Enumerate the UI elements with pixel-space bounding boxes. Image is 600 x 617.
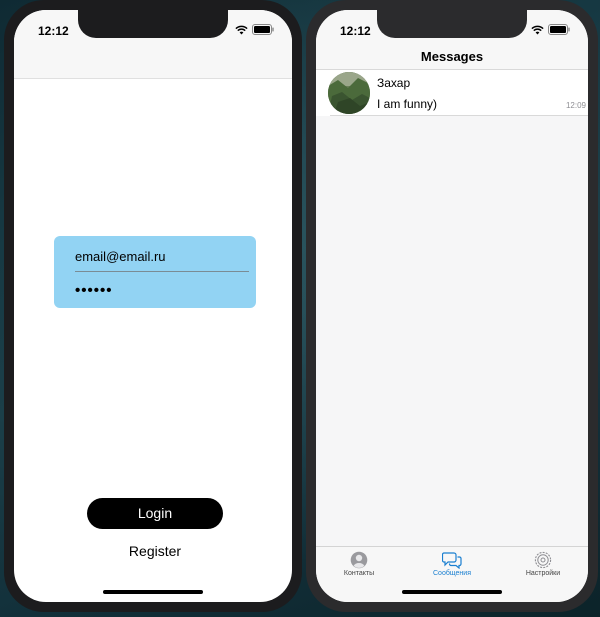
status-time: 12:12: [340, 24, 371, 38]
status-time: 12:12: [38, 24, 69, 38]
home-indicator: [103, 590, 203, 594]
wifi-icon: [531, 25, 544, 35]
gear-icon: [508, 551, 578, 569]
tab-messages[interactable]: Сообщения: [417, 551, 487, 577]
battery-icon: [548, 24, 570, 35]
phone-frame-login: 12:12 Login Registe: [4, 0, 302, 612]
login-screen: 12:12 Login Registe: [14, 10, 292, 602]
message-time: 12:09: [565, 101, 586, 110]
password-field[interactable]: [75, 275, 249, 305]
person-icon: [324, 551, 394, 569]
field-divider: [75, 271, 249, 272]
avatar: [328, 72, 370, 114]
login-form: [54, 236, 256, 308]
notch: [377, 10, 527, 38]
chat-list-item[interactable]: Захар I am funny) 12:09: [316, 70, 588, 116]
tab-label: Сообщения: [433, 570, 471, 577]
status-icons: [531, 24, 570, 35]
tab-label: Настройки: [525, 570, 561, 577]
contact-name: Захар: [377, 76, 411, 90]
register-button[interactable]: Register: [87, 543, 223, 559]
chat-bubbles-icon: [417, 551, 487, 569]
login-button[interactable]: Login: [87, 498, 223, 529]
tab-settings[interactable]: Настройки: [508, 551, 578, 577]
battery-icon: [252, 24, 274, 35]
tab-contacts[interactable]: Контакты: [324, 551, 394, 577]
page-title: Messages: [420, 49, 484, 64]
last-message: I am funny): [377, 97, 438, 111]
phone-frame-messages: Messages 12:12 Захар I am funny) 12:09 К…: [306, 0, 598, 612]
home-indicator: [402, 590, 502, 594]
row-divider: [330, 115, 588, 116]
email-field[interactable]: [75, 241, 249, 271]
notch: [78, 10, 228, 38]
wifi-icon: [235, 25, 248, 35]
messages-screen: Messages 12:12 Захар I am funny) 12:09 К…: [316, 10, 588, 602]
status-icons: [235, 24, 274, 35]
tab-label: Контакты: [343, 570, 375, 577]
